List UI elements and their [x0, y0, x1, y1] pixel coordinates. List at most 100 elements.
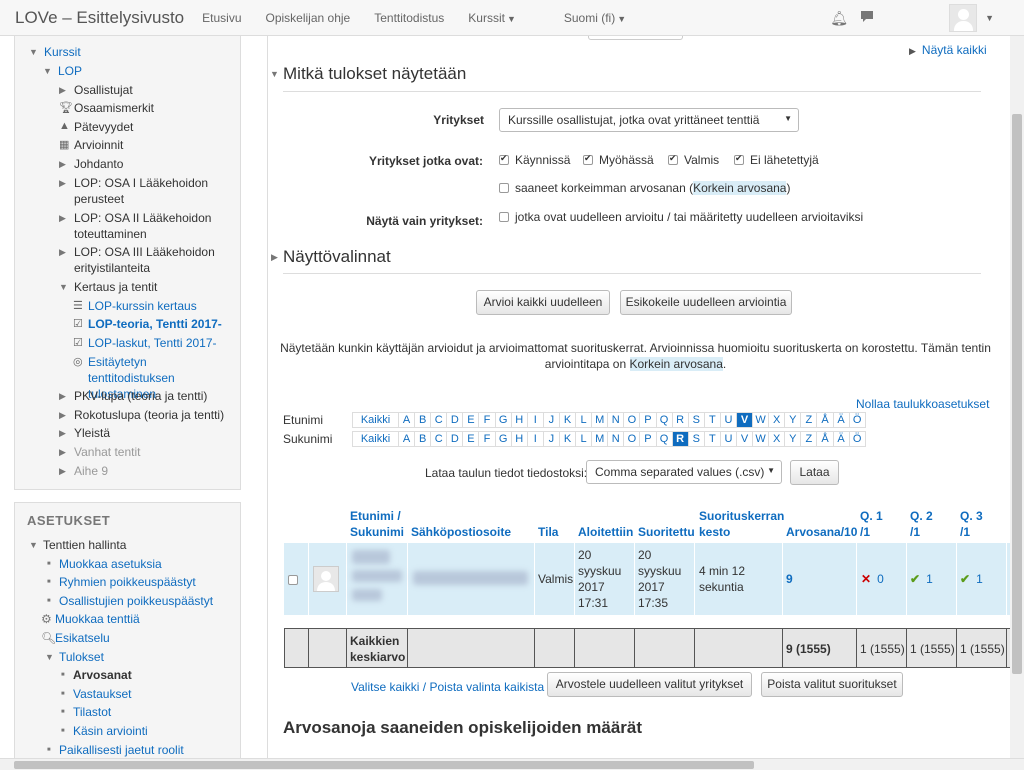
initial-letter[interactable]: O	[623, 431, 641, 447]
state-inprogress[interactable]: Käynnissä	[499, 153, 570, 167]
initial-letter[interactable]: D	[446, 431, 464, 447]
initial-letter[interactable]: X	[768, 412, 786, 428]
nav-student-guide[interactable]: Opiskelijan ohje	[266, 11, 351, 25]
initial-all[interactable]: Kaikki	[352, 431, 399, 447]
initial-letter[interactable]: I	[526, 412, 544, 428]
initial-letter[interactable]: Z	[800, 431, 818, 447]
scroll-thumb[interactable]	[14, 761, 754, 769]
state-finished[interactable]: Valmis	[668, 153, 719, 167]
initial-letter[interactable]: P	[639, 431, 657, 447]
initial-letter[interactable]: G	[494, 412, 512, 428]
select-all-link[interactable]: Valitse kaikki / Poista valinta kaikista	[351, 680, 544, 694]
col-q3[interactable]: Q. 3/1	[960, 508, 983, 540]
col-q2[interactable]: Q. 2/1	[910, 508, 933, 540]
initial-letter[interactable]: G	[494, 431, 512, 447]
initial-letter[interactable]: C	[430, 412, 448, 428]
scroll-thumb[interactable]	[1012, 114, 1022, 674]
regraded-option[interactable]: jotka ovat uudelleen arvioitu / tai määr…	[499, 210, 863, 224]
initial-letter[interactable]: Y	[784, 431, 802, 447]
initial-letter[interactable]: D	[446, 412, 464, 428]
row-q2[interactable]: ✔ 1	[910, 571, 933, 587]
initial-letter[interactable]: Å	[816, 412, 834, 428]
initial-letter[interactable]: A	[398, 412, 416, 428]
initial-letter[interactable]: L	[575, 412, 593, 428]
initial-letter[interactable]: A	[398, 431, 416, 447]
row-select[interactable]	[288, 572, 304, 588]
initial-letter[interactable]: O	[623, 412, 641, 428]
initial-letter[interactable]: V	[735, 412, 754, 428]
initial-letter[interactable]: H	[510, 412, 528, 428]
initial-letter[interactable]: Å	[816, 431, 834, 447]
initial-letter[interactable]: V	[735, 431, 754, 447]
initial-letter[interactable]: M	[591, 412, 609, 428]
checkbox[interactable]	[499, 153, 509, 165]
initial-letter[interactable]: F	[478, 412, 496, 428]
notification-bell-icon[interactable]: 🔔︎	[825, 10, 853, 27]
messages-icon[interactable]	[853, 10, 881, 26]
initial-letter[interactable]: W	[752, 412, 770, 428]
site-brand[interactable]: LOVe – Esittelysivusto	[15, 8, 184, 28]
initial-letter[interactable]: N	[607, 412, 625, 428]
reset-table-link[interactable]: Nollaa taulukkoasetukset	[856, 397, 989, 411]
initial-all[interactable]: Kaikki	[352, 412, 399, 428]
col-name[interactable]: Etunimi / Sukunimi	[350, 508, 404, 540]
initial-letter[interactable]: Ö	[848, 412, 866, 428]
col-state[interactable]: Tila	[538, 524, 558, 540]
initial-letter[interactable]: H	[510, 431, 528, 447]
initial-letter[interactable]: Q	[655, 412, 673, 428]
row-started[interactable]: 20 syyskuu 2017 17:31	[578, 547, 621, 611]
nav-exam-certificate[interactable]: Tenttitodistus	[374, 11, 444, 25]
col-started[interactable]: Aloitettiin	[578, 524, 633, 540]
row-grade-link[interactable]: 9	[786, 571, 793, 587]
initial-letter[interactable]: F	[478, 431, 496, 447]
initial-letter[interactable]: B	[414, 431, 432, 447]
download-format-select[interactable]: Comma separated values (.csv) ▼	[586, 460, 782, 484]
section-results-title[interactable]: Mitkä tulokset näytetään	[283, 64, 466, 84]
initial-letter[interactable]: U	[719, 412, 737, 428]
col-grade[interactable]: Arvosana/10	[786, 524, 857, 540]
initial-letter[interactable]: I	[526, 431, 544, 447]
checkbox[interactable]	[734, 153, 744, 165]
initial-letter[interactable]: L	[575, 431, 593, 447]
initial-letter[interactable]: R	[671, 431, 689, 447]
section-display-options-title[interactable]: Näyttövalinnat	[283, 247, 391, 267]
user-menu-caret-icon[interactable]: ▼	[985, 13, 994, 23]
attempts-select[interactable]: Kurssille osallistujat, jotka ovat yritt…	[499, 108, 799, 132]
initial-letter[interactable]: Ö	[848, 431, 866, 447]
vertical-scrollbar[interactable]	[1010, 36, 1024, 758]
checkbox[interactable]	[499, 183, 509, 193]
user-avatar[interactable]	[313, 566, 339, 592]
row-q1[interactable]: ✕ 0	[861, 571, 884, 587]
regrade-selected-button[interactable]: Arvostele uudelleen valitut yritykset	[547, 672, 752, 697]
initial-letter[interactable]: B	[414, 412, 432, 428]
initial-letter[interactable]: Ä	[832, 412, 850, 428]
checkbox[interactable]	[583, 153, 593, 165]
initial-letter[interactable]: S	[687, 412, 705, 428]
initial-letter[interactable]: Z	[800, 412, 818, 428]
initial-letter[interactable]: J	[542, 412, 560, 428]
initial-letter[interactable]: P	[639, 412, 657, 428]
dry-run-regrade-button[interactable]: Esikokeile uudelleen arviointia	[620, 290, 792, 315]
highest-grade-option[interactable]: saaneet korkeimman arvosanan (Korkein ar…	[499, 181, 790, 195]
collapse-icon[interactable]: ▼	[270, 69, 279, 79]
horizontal-scrollbar[interactable]	[0, 758, 1024, 770]
nav-home[interactable]: Etusivu	[202, 11, 241, 25]
initial-letter[interactable]: N	[607, 431, 625, 447]
initial-letter[interactable]: Y	[784, 412, 802, 428]
user-avatar[interactable]	[949, 4, 978, 32]
checkbox[interactable]	[668, 153, 678, 165]
initial-letter[interactable]: E	[462, 412, 480, 428]
col-duration[interactable]: Suorituskerran kesto	[699, 508, 784, 540]
initial-letter[interactable]: C	[430, 431, 448, 447]
nav-courses[interactable]: Kurssit ▼	[468, 11, 540, 25]
initial-letter[interactable]: S	[687, 431, 705, 447]
show-all-link[interactable]: ▶ Näytä kaikki	[909, 43, 987, 57]
initial-letter[interactable]: R	[671, 412, 689, 428]
regrade-all-button[interactable]: Arvioi kaikki uudelleen	[476, 290, 610, 315]
expand-icon[interactable]: ▶	[271, 252, 278, 263]
initial-letter[interactable]: K	[558, 412, 577, 428]
initial-letter[interactable]: K	[558, 431, 577, 447]
col-email[interactable]: Sähköpostiosoite	[411, 524, 511, 540]
initial-letter[interactable]: M	[591, 431, 609, 447]
initial-letter[interactable]: X	[768, 431, 786, 447]
